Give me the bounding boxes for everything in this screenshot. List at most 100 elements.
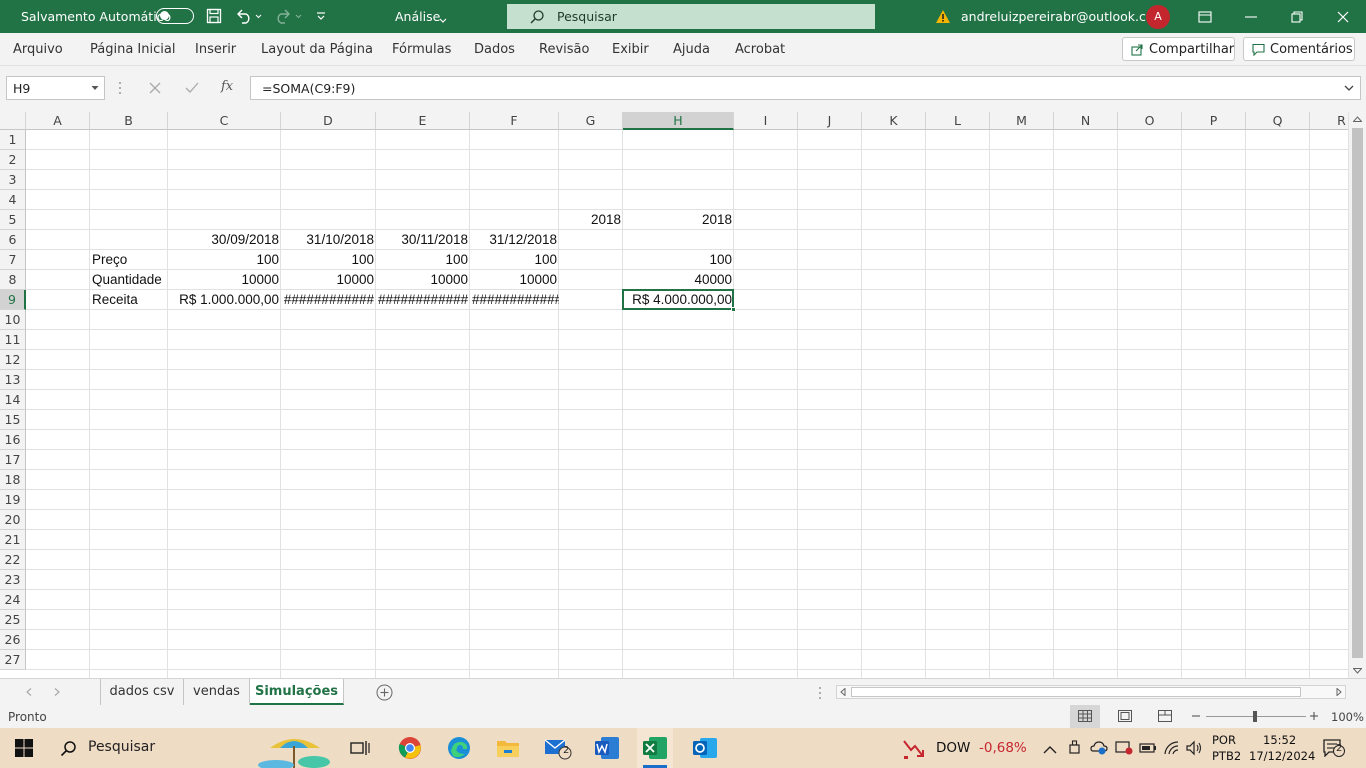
column-header-j[interactable]: J (798, 112, 862, 130)
chevron-down-icon[interactable] (439, 13, 447, 28)
file-explorer-icon[interactable] (494, 734, 522, 762)
row-header-16[interactable]: 16 (0, 430, 26, 450)
tab-inserir[interactable]: Inserir (195, 42, 236, 57)
fill-handle[interactable] (731, 307, 736, 312)
row-header-23[interactable]: 23 (0, 570, 26, 590)
normal-view-button[interactable] (1070, 705, 1100, 728)
row-header-17[interactable]: 17 (0, 450, 26, 470)
next-sheet-icon[interactable] (54, 688, 60, 696)
row-header-13[interactable]: 13 (0, 370, 26, 390)
column-header-o[interactable]: O (1118, 112, 1182, 130)
chrome-icon[interactable] (396, 734, 424, 762)
warning-icon[interactable] (935, 9, 951, 28)
tab-acrobat[interactable]: Acrobat (735, 42, 785, 57)
row-header-6[interactable]: 6 (0, 230, 26, 250)
document-title[interactable]: Análise (395, 9, 440, 24)
taskbar-search[interactable]: Pesquisar (48, 728, 338, 768)
tab-ajuda[interactable]: Ajuda (673, 42, 710, 57)
cell-h5[interactable]: 2018 (623, 210, 734, 230)
row-header-21[interactable]: 21 (0, 530, 26, 550)
ribbon-display-icon[interactable] (1182, 0, 1228, 33)
cell-c6[interactable]: 30/09/2018 (168, 230, 281, 250)
column-header-e[interactable]: E (376, 112, 470, 130)
tab-arquivo[interactable]: Arquivo (13, 42, 63, 57)
cell-e8[interactable]: 10000 (376, 270, 470, 290)
battery-icon[interactable] (1139, 740, 1157, 760)
close-button[interactable] (1320, 0, 1366, 33)
cancel-icon[interactable] (149, 82, 161, 98)
prev-sheet-icon[interactable] (26, 688, 32, 696)
sheet-tab-simulacoes[interactable]: Simulações (250, 679, 344, 705)
column-header-k[interactable]: K (862, 112, 926, 130)
column-header-f[interactable]: F (470, 112, 559, 130)
vertical-scrollbar[interactable] (1348, 112, 1366, 678)
formula-input[interactable]: =SOMA(C9:F9) (250, 76, 1361, 100)
cell-c7[interactable]: 100 (168, 250, 281, 270)
meet-icon[interactable] (1067, 740, 1083, 760)
language-top[interactable]: POR (1212, 733, 1236, 747)
row-header-4[interactable]: 4 (0, 190, 26, 210)
edge-icon[interactable] (445, 734, 473, 762)
scroll-left-icon[interactable] (840, 688, 846, 696)
cell-f6[interactable]: 31/12/2018 (470, 230, 559, 250)
avatar[interactable]: A (1146, 5, 1170, 29)
row-header-1[interactable]: 1 (0, 130, 26, 150)
task-view-icon[interactable] (346, 734, 374, 762)
zoom-level[interactable]: 100% (1331, 710, 1364, 724)
display-settings-icon[interactable] (1115, 740, 1133, 760)
column-header-m[interactable]: M (990, 112, 1054, 130)
language-bottom[interactable]: PTB2 (1212, 749, 1241, 763)
row-header-27[interactable]: 27 (0, 650, 26, 670)
stock-name[interactable]: DOW (936, 740, 970, 756)
excel-taskbar-button[interactable] (637, 728, 673, 768)
cell-h7[interactable]: 100 (623, 250, 734, 270)
column-header-b[interactable]: B (90, 112, 168, 130)
windows-start-icon[interactable] (10, 734, 38, 762)
row-header-8[interactable]: 8 (0, 270, 26, 290)
zoom-slider-thumb[interactable] (1253, 711, 1257, 722)
column-header-c[interactable]: C (168, 112, 281, 130)
tab-revisao[interactable]: Revisão (539, 42, 589, 57)
column-header-i[interactable]: I (734, 112, 798, 130)
cell-b9[interactable]: Receita (90, 290, 168, 310)
row-header-22[interactable]: 22 (0, 550, 26, 570)
row-header-3[interactable]: 3 (0, 170, 26, 190)
column-header-l[interactable]: L (926, 112, 990, 130)
word-icon[interactable] (593, 734, 621, 762)
undo-icon[interactable] (236, 8, 262, 28)
cell-b7[interactable]: Preço (90, 250, 168, 270)
column-header-a[interactable]: A (26, 112, 90, 130)
column-header-n[interactable]: N (1054, 112, 1118, 130)
tab-dados[interactable]: Dados (474, 42, 515, 57)
cell-b8[interactable]: Quantidade (90, 270, 168, 290)
row-header-25[interactable]: 25 (0, 610, 26, 630)
cell-e7[interactable]: 100 (376, 250, 470, 270)
search-box[interactable]: Pesquisar (507, 4, 875, 29)
account-email[interactable]: andreluizpereirabr@outlook.com (961, 9, 1166, 24)
onedrive-icon[interactable] (1090, 740, 1108, 760)
row-header-24[interactable]: 24 (0, 590, 26, 610)
customize-toolbar-icon[interactable] (315, 10, 327, 26)
name-box[interactable]: H9 (6, 76, 105, 100)
cell-d7[interactable]: 100 (281, 250, 376, 270)
volume-icon[interactable] (1186, 740, 1204, 760)
cell-f9[interactable]: ############ (470, 290, 559, 310)
cell-e6[interactable]: 30/11/2018 (376, 230, 470, 250)
clock-time[interactable]: 15:52 (1263, 733, 1296, 747)
tab-layout[interactable]: Layout da Página (261, 42, 373, 57)
scroll-down-icon[interactable] (1353, 668, 1362, 674)
zoom-in-icon[interactable] (1309, 710, 1319, 726)
comments-button[interactable]: Comentários (1243, 37, 1355, 61)
cell-f7[interactable]: 100 (470, 250, 559, 270)
row-header-19[interactable]: 19 (0, 490, 26, 510)
row-header-9[interactable]: 9 (0, 290, 26, 310)
tab-formulas[interactable]: Fórmulas (392, 42, 451, 57)
scroll-up-icon[interactable] (1353, 116, 1362, 122)
cell-g5[interactable]: 2018 (559, 210, 623, 230)
save-icon[interactable] (206, 8, 222, 28)
column-header-h[interactable]: H (623, 112, 734, 130)
zoom-out-icon[interactable] (1191, 710, 1201, 726)
cell-d6[interactable]: 31/10/2018 (281, 230, 376, 250)
row-header-14[interactable]: 14 (0, 390, 26, 410)
vertical-scroll-thumb[interactable] (1352, 128, 1363, 658)
